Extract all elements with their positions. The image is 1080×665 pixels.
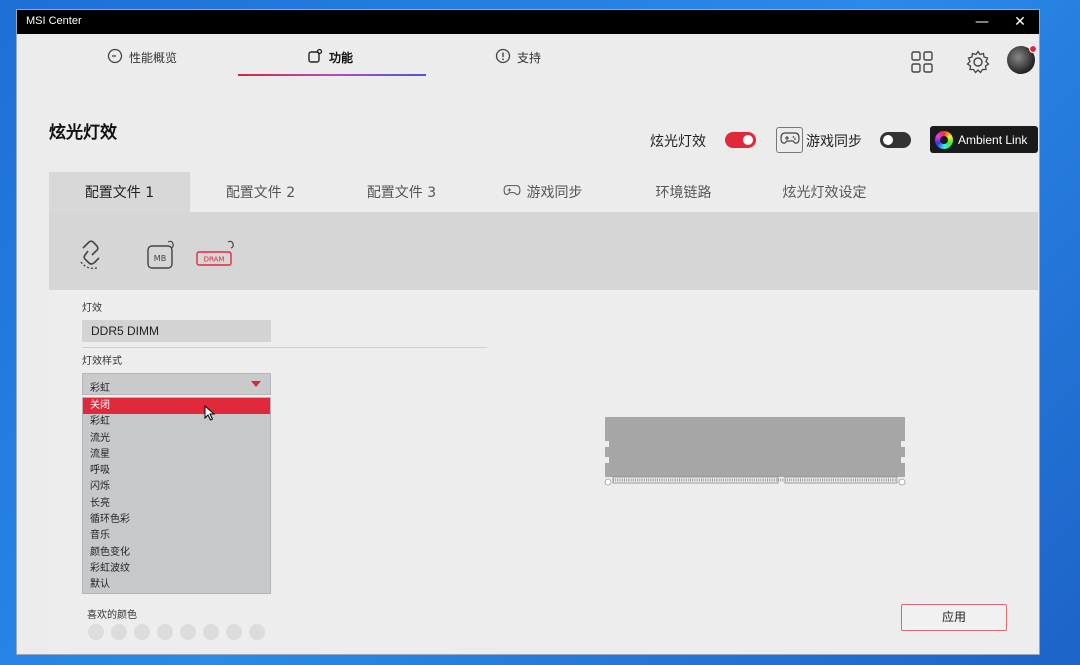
chevron-down-icon — [251, 381, 261, 387]
color-swatch[interactable] — [226, 624, 242, 640]
select-value: 彩虹 — [90, 383, 110, 394]
color-swatch[interactable] — [88, 624, 104, 640]
tab-support[interactable]: 支持 — [495, 46, 541, 68]
toggle-knob — [883, 135, 893, 145]
close-button[interactable]: ✕ — [997, 10, 1039, 34]
effect-style-dropdown: 关闭 彩虹 流光 流星 呼吸 闪烁 长亮 循环色彩 音乐 颜色变化 彩虹波纹 默… — [82, 397, 271, 594]
color-swatch[interactable] — [134, 624, 150, 640]
game-sync-label: 游戏同步 — [806, 134, 862, 150]
dropdown-option[interactable]: 彩虹 — [83, 414, 270, 430]
favorite-colors — [88, 624, 265, 640]
feature-icon — [307, 48, 323, 67]
tab-label: 炫光灯效设定 — [782, 185, 867, 201]
active-tab-underline — [238, 74, 426, 76]
dropdown-option[interactable]: 流光 — [83, 431, 270, 447]
color-swatch[interactable] — [180, 624, 196, 640]
tab-ambient-link[interactable]: 环境链路 — [613, 172, 754, 212]
rgb-toggle[interactable] — [725, 132, 756, 148]
device-selector: MB DRAM — [49, 212, 1038, 290]
dram-icon-text: DRAM — [204, 256, 225, 264]
toggle-knob — [743, 135, 753, 145]
tab-label: 配置文件 1 — [84, 185, 155, 201]
ambient-link-button[interactable]: Ambient Link — [930, 126, 1038, 153]
dropdown-option[interactable]: 颜色变化 — [83, 545, 270, 561]
dram-icon[interactable]: DRAM — [195, 240, 235, 274]
color-swatch[interactable] — [111, 624, 127, 640]
effect-section-label: 灯效 — [82, 303, 102, 314]
game-sync-toggle[interactable] — [880, 132, 911, 148]
tab-game-sync[interactable]: 游戏同步 — [472, 172, 613, 212]
tab-profile-2[interactable]: 配置文件 2 — [190, 172, 331, 212]
gauge-icon — [107, 48, 123, 67]
dropdown-option[interactable]: 彩虹波纹 — [83, 561, 270, 577]
dropdown-option[interactable]: 音乐 — [83, 528, 270, 544]
mouse-cursor-icon — [204, 404, 216, 421]
tab-rgb-settings[interactable]: 炫光灯效设定 — [754, 172, 895, 212]
tab-label: 配置文件 2 — [225, 185, 296, 201]
color-swatch[interactable] — [203, 624, 219, 640]
profile-tabs: 配置文件 1 配置文件 2 配置文件 3 游戏同步 环境链路 炫光灯效设定 — [49, 172, 1038, 212]
tab-performance-overview[interactable]: 性能概览 — [107, 46, 177, 68]
apply-button[interactable]: 应用 — [901, 604, 1007, 631]
mb-icon-text: MB — [154, 254, 166, 263]
favorite-colors-label: 喜欢的颜色 — [87, 610, 137, 621]
link-icon[interactable] — [77, 238, 107, 274]
ambient-link-label: Ambient Link — [958, 132, 1028, 147]
title-bar: MSI Center — ✕ — [17, 10, 1039, 34]
tab-label: 配置文件 3 — [366, 185, 437, 201]
gamepad-icon — [503, 183, 521, 201]
tab-label: 环境链路 — [655, 185, 712, 201]
tab-profile-3[interactable]: 配置文件 3 — [331, 172, 472, 212]
support-icon — [495, 48, 511, 67]
page-title: 炫光灯效 — [49, 123, 117, 143]
dropdown-option[interactable]: 循环色彩 — [83, 512, 270, 528]
color-swatch[interactable] — [249, 624, 265, 640]
top-nav: 性能概览 功能 支持 — [17, 34, 1039, 90]
tab-label: 游戏同步 — [526, 185, 583, 201]
dropdown-option[interactable]: 呼吸 — [83, 463, 270, 479]
color-swatch[interactable] — [157, 624, 173, 640]
game-sync-button[interactable] — [776, 127, 803, 153]
tab-label: 支持 — [517, 50, 542, 65]
window-title: MSI Center — [26, 15, 82, 27]
tab-label: 功能 — [329, 50, 354, 65]
effect-panel: 灯效 DDR5 DIMM 灯效样式 彩虹 关闭 彩虹 流光 流星 呼吸 闪烁 长… — [49, 290, 1038, 654]
dropdown-option[interactable]: 流星 — [83, 447, 270, 463]
dropdown-option[interactable]: 默认 — [83, 577, 270, 593]
gamepad-icon — [779, 130, 800, 150]
dram-module-preview — [603, 415, 907, 487]
divider — [82, 347, 487, 348]
tab-features[interactable]: 功能 — [307, 46, 353, 68]
tab-profile-1[interactable]: 配置文件 1 — [49, 172, 190, 212]
tab-label: 性能概览 — [129, 50, 178, 65]
mb-icon[interactable]: MB — [146, 240, 176, 274]
ambient-link-icon — [935, 130, 953, 149]
msi-center-window: MSI Center — ✕ 性能概览 功能 支持 炫光灯效 炫光灯效 游戏同步… — [16, 9, 1040, 655]
effect-style-select[interactable]: 彩虹 — [82, 373, 271, 395]
device-name-field: DDR5 DIMM — [82, 320, 271, 342]
dropdown-option[interactable]: 闪烁 — [83, 479, 270, 495]
dropdown-option[interactable]: 关闭 — [83, 398, 270, 415]
notification-badge — [1029, 45, 1037, 53]
rgb-toggle-label: 炫光灯效 — [650, 134, 706, 150]
gear-icon[interactable] — [965, 49, 993, 77]
dropdown-option[interactable]: 长亮 — [83, 496, 270, 512]
effect-style-label: 灯效样式 — [82, 356, 122, 367]
grid-icon[interactable] — [909, 49, 937, 77]
